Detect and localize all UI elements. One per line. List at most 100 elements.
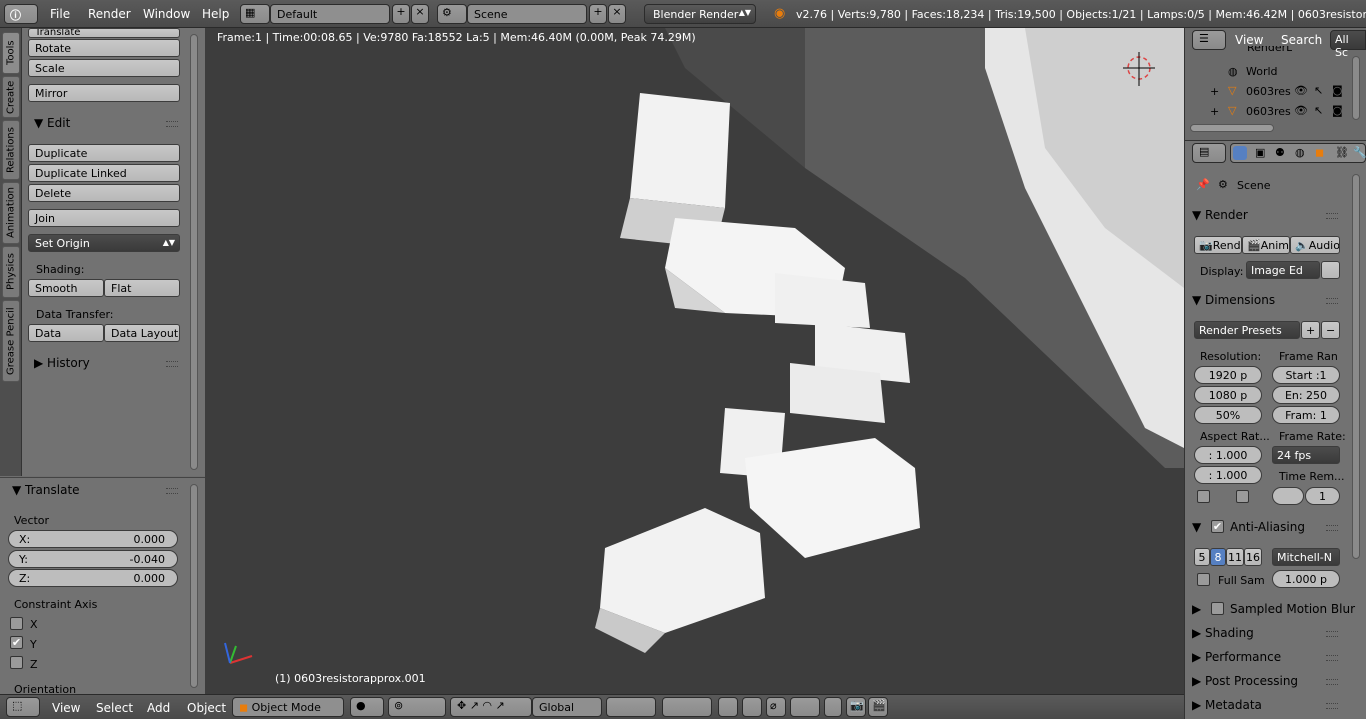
render-tab-icon[interactable] bbox=[1233, 146, 1247, 160]
add-scene-button[interactable]: + bbox=[589, 4, 607, 24]
outliner-hscrollbar[interactable] bbox=[1190, 124, 1274, 132]
data-layout-button[interactable]: Data Layout bbox=[104, 324, 180, 342]
render-animation-button[interactable]: 🎬 bbox=[868, 697, 888, 717]
rotate-button[interactable]: Rotate bbox=[28, 39, 180, 57]
shading-panel-header[interactable]: ▶ Shading bbox=[1192, 626, 1254, 640]
anti-aliasing-panel-header[interactable]: ▼ bbox=[1192, 520, 1201, 534]
performance-panel-header[interactable]: ▶ Performance bbox=[1192, 650, 1281, 664]
filter-size-field[interactable]: 1.000 p bbox=[1272, 570, 1340, 588]
panel-grip-icon[interactable] bbox=[166, 488, 178, 494]
aspect-y-field[interactable]: : 1.000 bbox=[1194, 466, 1262, 484]
tab-animation[interactable]: Animation bbox=[2, 182, 20, 244]
transform-orientation-dropdown[interactable]: Global bbox=[532, 697, 602, 717]
tab-relations[interactable]: Relations bbox=[2, 120, 20, 180]
visibility-eye-icon[interactable]: 👁 bbox=[1294, 84, 1308, 97]
scale-button[interactable]: Scale bbox=[28, 59, 180, 77]
modifiers-tab-icon[interactable]: 🔧 bbox=[1353, 146, 1366, 159]
tab-physics[interactable]: Physics bbox=[2, 246, 20, 298]
panel-grip-icon[interactable] bbox=[1326, 655, 1338, 661]
menu-help[interactable]: Help bbox=[202, 7, 229, 21]
duplicate-linked-button[interactable]: Duplicate Linked bbox=[28, 164, 180, 182]
aa-samples-8[interactable]: 8 bbox=[1210, 548, 1226, 566]
constraints-tab-icon[interactable]: ⛓ bbox=[1335, 146, 1349, 159]
set-origin-dropdown[interactable]: Set Origin ▲▼ bbox=[28, 234, 180, 252]
vector-z-field[interactable]: Z: 0.000 bbox=[8, 569, 178, 587]
edit-panel-header[interactable]: ▼ Edit bbox=[34, 116, 70, 130]
layout-selector[interactable]: ▦ bbox=[240, 4, 270, 24]
menu-render[interactable]: Render bbox=[88, 7, 131, 21]
proportional-edit-button[interactable] bbox=[742, 697, 762, 717]
tab-create[interactable]: Create bbox=[2, 76, 20, 118]
aa-samples-16[interactable]: 16 bbox=[1244, 548, 1262, 566]
remove-layout-button[interactable]: × bbox=[411, 4, 429, 24]
remove-preset-button[interactable]: − bbox=[1321, 321, 1340, 339]
render-audio-button[interactable]: 🔈Audio bbox=[1290, 236, 1340, 254]
vector-y-field[interactable]: Y: -0.040 bbox=[8, 550, 178, 568]
aa-filter-dropdown[interactable]: Mitchell-N bbox=[1272, 548, 1340, 566]
menu-window[interactable]: Window bbox=[143, 7, 190, 21]
render-presets-dropdown[interactable]: Render Presets bbox=[1194, 321, 1300, 339]
scene-tab-icon[interactable]: ⚉ bbox=[1275, 146, 1285, 159]
viewport-shading-dropdown[interactable]: ● bbox=[350, 697, 384, 717]
tool-panel-scrollbar[interactable] bbox=[190, 34, 198, 470]
scene-name-field[interactable]: Scene bbox=[467, 4, 587, 24]
display-dropdown[interactable]: Image Ed bbox=[1246, 261, 1320, 279]
editor-type-menu[interactable]: ⬚ bbox=[6, 697, 40, 717]
panel-grip-icon[interactable] bbox=[1326, 525, 1338, 531]
time-remap-new-field[interactable]: 1 bbox=[1305, 487, 1340, 505]
metadata-panel-header[interactable]: ▶ Metadata bbox=[1192, 698, 1262, 712]
render-camera-icon[interactable]: ◙ bbox=[1332, 84, 1343, 97]
mode-dropdown[interactable]: ◼ Object Mode bbox=[232, 697, 344, 717]
outliner-menu-view[interactable]: View bbox=[1235, 33, 1263, 47]
panel-grip-icon[interactable] bbox=[166, 121, 178, 127]
dimensions-panel-header[interactable]: ▼ Dimensions bbox=[1192, 293, 1275, 307]
aa-samples-5[interactable]: 5 bbox=[1194, 548, 1210, 566]
remove-scene-button[interactable]: × bbox=[608, 4, 626, 24]
snap-toggle-button[interactable]: ⌀ bbox=[766, 697, 786, 717]
post-processing-panel-header[interactable]: ▶ Post Processing bbox=[1192, 674, 1298, 688]
vector-x-field[interactable]: X: 0.000 bbox=[8, 530, 178, 548]
properties-context-tabs[interactable]: ▣ ⚉ ◍ ◼ ⛓ 🔧 bbox=[1230, 143, 1366, 163]
join-button[interactable]: Join bbox=[28, 209, 180, 227]
crop-checkbox[interactable] bbox=[1236, 490, 1249, 503]
outliner-item-object-2[interactable]: 0603res bbox=[1246, 105, 1291, 118]
smooth-button[interactable]: Smooth bbox=[28, 279, 104, 297]
outliner-editor-type[interactable]: ☰ bbox=[1192, 30, 1226, 50]
add-layout-button[interactable]: + bbox=[392, 4, 410, 24]
frame-step-field[interactable]: Fram: 1 bbox=[1272, 406, 1340, 424]
full-sample-checkbox[interactable] bbox=[1197, 573, 1210, 586]
menu-select[interactable]: Select bbox=[96, 701, 133, 715]
panel-grip-icon[interactable] bbox=[1326, 703, 1338, 709]
lock-interface-button[interactable] bbox=[1321, 261, 1340, 279]
render-image-button[interactable]: 📷Rende bbox=[1194, 236, 1242, 254]
expand-plus-icon[interactable]: + bbox=[1210, 105, 1219, 118]
anti-aliasing-checkbox[interactable]: ✔ bbox=[1211, 520, 1224, 533]
outliner-menu-search[interactable]: Search bbox=[1281, 33, 1322, 47]
aa-samples-11[interactable]: 11 bbox=[1226, 548, 1244, 566]
data-button[interactable]: Data bbox=[28, 324, 104, 342]
history-panel-header[interactable]: ▶ History bbox=[34, 356, 90, 370]
outliner-item-renderlayers[interactable]: RenderL bbox=[1247, 46, 1292, 54]
translate-panel-header[interactable]: ▼ Translate bbox=[12, 483, 80, 497]
scene-layers-1[interactable] bbox=[606, 697, 656, 717]
resolution-percentage-field[interactable]: 50% bbox=[1194, 406, 1262, 424]
frame-rate-dropdown[interactable]: 24 fps bbox=[1272, 446, 1340, 464]
flat-button[interactable]: Flat bbox=[104, 279, 180, 297]
snap-target-button[interactable] bbox=[824, 697, 842, 717]
add-preset-button[interactable]: + bbox=[1301, 321, 1320, 339]
constraint-y-checkbox[interactable]: ✔ bbox=[10, 636, 23, 649]
resolution-x-field[interactable]: 1920 p bbox=[1194, 366, 1262, 384]
properties-editor-type[interactable]: ▤ bbox=[1192, 143, 1226, 163]
outliner-display-dropdown[interactable]: All Sc bbox=[1330, 30, 1366, 59]
panel-grip-icon[interactable] bbox=[1326, 631, 1338, 637]
layout-name-field[interactable]: Default bbox=[270, 4, 390, 24]
border-checkbox[interactable] bbox=[1197, 490, 1210, 503]
resolution-y-field[interactable]: 1080 p bbox=[1194, 386, 1262, 404]
mirror-button[interactable]: Mirror bbox=[28, 84, 180, 102]
panel-grip-icon[interactable] bbox=[166, 361, 178, 367]
scene-selector[interactable]: ⚙ bbox=[437, 4, 467, 24]
object-tab-icon[interactable]: ◼ bbox=[1315, 146, 1324, 159]
menu-view[interactable]: View bbox=[52, 701, 80, 715]
duplicate-button[interactable]: Duplicate bbox=[28, 144, 180, 162]
motion-blur-panel-header[interactable]: ▶ bbox=[1192, 602, 1201, 616]
